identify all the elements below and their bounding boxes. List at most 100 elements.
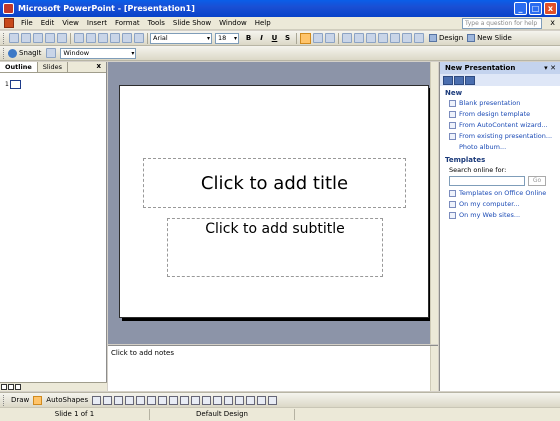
menu-help[interactable]: Help [251,19,275,27]
numbering-icon[interactable] [342,33,352,43]
fill-color-icon[interactable] [191,395,201,405]
increase-indent-icon[interactable] [402,33,412,43]
tab-slides[interactable]: Slides [38,62,69,72]
toolbar-grip[interactable] [3,32,6,44]
snagit-button[interactable]: SnagIt [8,48,41,58]
photo-album-link[interactable]: Photo album... [440,142,560,153]
slide-number: 1 [5,81,9,88]
cut-icon[interactable] [74,33,84,43]
shadow-button[interactable]: S [282,34,293,42]
minimize-button[interactable]: _ [514,2,527,15]
font-name-select[interactable]: Arial [150,32,212,44]
close-pane-button[interactable]: x [96,62,101,70]
capture-mode-select[interactable]: Window [60,47,137,59]
decrease-indent-icon[interactable] [390,33,400,43]
office-online-templates-link[interactable]: Templates on Office Online [440,188,560,199]
normal-view-icon[interactable] [1,384,7,390]
arrow-icon[interactable] [103,395,113,405]
oval-icon[interactable] [125,395,135,405]
menu-edit[interactable]: Edit [37,19,59,27]
print-icon[interactable] [45,33,55,43]
document-icon[interactable] [4,18,14,28]
font-color-icon[interactable] [414,33,424,43]
clip-art-icon[interactable] [169,395,179,405]
dash-style-icon[interactable] [235,395,245,405]
font-color-icon[interactable] [213,395,223,405]
picture-icon[interactable] [180,395,190,405]
powerpoint-app-icon[interactable] [3,3,14,14]
slide-canvas[interactable]: Click to add title Click to add subtitle [119,85,429,318]
outline-slide-1[interactable]: 1 [5,80,21,89]
undo-icon[interactable] [98,33,108,43]
insert-table-icon[interactable] [134,33,144,43]
toolbar-grip[interactable] [3,394,6,406]
redo-icon[interactable] [110,33,120,43]
slide-show-view-icon[interactable] [15,384,21,390]
notes-pane[interactable]: Click to add notes [108,345,438,391]
italic-button[interactable]: I [256,34,267,42]
task-pane-controls[interactable]: ▾ ✕ [544,62,556,74]
text-box-icon[interactable] [136,395,146,405]
menu-slide-show[interactable]: Slide Show [169,19,215,27]
autocontent-wizard-link[interactable]: From AutoContent wizard... [440,120,560,131]
underline-button[interactable]: U [269,34,280,42]
paste-icon[interactable] [86,33,96,43]
decrease-font-icon[interactable] [378,33,388,43]
close-window-button[interactable]: x [544,2,557,15]
new-icon[interactable] [9,33,19,43]
go-button[interactable]: Go [528,176,546,186]
capture-settings-icon[interactable] [46,48,57,58]
on-my-computer-link[interactable]: On my computer... [440,199,560,210]
increase-font-icon[interactable] [366,33,376,43]
arrow-style-icon[interactable] [246,395,256,405]
blank-presentation-link[interactable]: Blank presentation [440,98,560,109]
diagram-icon[interactable] [158,395,168,405]
bullets-icon[interactable] [354,33,364,43]
autoshapes-menu-button[interactable]: AutoShapes [46,396,88,404]
line-icon[interactable] [92,395,102,405]
title-placeholder[interactable]: Click to add title [143,158,406,208]
slide-sorter-view-icon[interactable] [8,384,14,390]
forward-icon[interactable] [454,75,464,85]
new-slide-button[interactable]: New Slide [467,34,512,42]
maximize-button[interactable]: □ [529,2,542,15]
save-icon[interactable] [33,33,43,43]
back-icon[interactable] [443,75,453,85]
toolbar-grip[interactable] [3,47,6,59]
menu-insert[interactable]: Insert [83,19,111,27]
line-style-icon[interactable] [224,395,234,405]
template-search-input[interactable] [449,176,525,186]
insert-chart-icon[interactable] [122,33,132,43]
menu-tools[interactable]: Tools [144,19,169,27]
spelling-icon[interactable] [57,33,67,43]
menu-file[interactable]: File [17,19,37,27]
help-search-input[interactable]: Type a question for help [462,18,542,29]
menu-view[interactable]: View [58,19,83,27]
home-icon[interactable] [465,75,475,85]
design-template-link[interactable]: From design template [440,109,560,120]
select-objects-icon[interactable] [33,395,43,405]
subtitle-placeholder[interactable]: Click to add subtitle [167,218,383,277]
open-icon[interactable] [21,33,31,43]
existing-presentation-link[interactable]: From existing presentation... [440,131,560,142]
draw-menu-button[interactable]: Draw [11,396,29,404]
link-label: Templates on Office Online [459,189,547,197]
slide-scrollbar[interactable] [430,62,438,344]
align-center-icon[interactable] [313,33,323,43]
line-color-icon[interactable] [202,395,212,405]
design-button[interactable]: Design [429,34,463,42]
rectangle-icon[interactable] [114,395,124,405]
on-my-web-sites-link[interactable]: On my Web sites... [440,210,560,221]
tab-outline[interactable]: Outline [0,62,38,72]
3d-style-icon[interactable] [268,395,278,405]
menu-window[interactable]: Window [215,19,251,27]
menu-format[interactable]: Format [111,19,144,27]
notes-scrollbar[interactable] [430,346,438,391]
bold-button[interactable]: B [243,34,254,42]
align-right-icon[interactable] [325,33,335,43]
align-left-icon[interactable] [300,32,311,44]
font-size-select[interactable]: 18 [215,32,239,44]
wordart-icon[interactable] [147,395,157,405]
shadow-style-icon[interactable] [257,395,267,405]
close-document-button[interactable]: x [550,18,555,27]
